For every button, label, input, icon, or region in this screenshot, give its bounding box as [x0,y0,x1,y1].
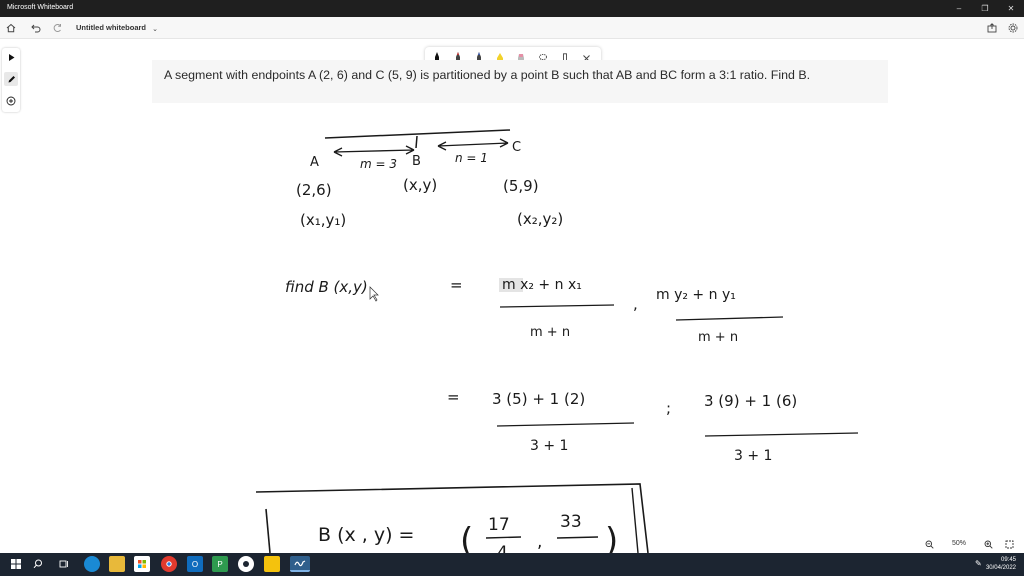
system-clock[interactable]: 09:45 30/04/2022 [986,556,1016,572]
document-title[interactable]: Untitled whiteboard [76,23,146,32]
tool-rail [2,48,20,112]
a-subscript-coordinates: (x₁,y₁) [300,211,346,229]
select-pointer-icon[interactable] [4,50,18,64]
y-substituted-fraction-bar [704,432,859,437]
taskbar: O P ✎ 09:45 30/04/2022 [0,553,1024,576]
result-box-left [265,508,271,554]
point-b-tick [415,135,418,149]
home-icon[interactable] [4,21,18,35]
result-box-right-inner [631,487,639,554]
result-comma: , [537,532,542,552]
label-c: C [512,140,521,155]
close-icon[interactable]: ✕ [998,0,1024,17]
m-label: m = 3 [360,157,397,171]
task-view-icon[interactable] [56,556,72,572]
y-formula-fraction-bar [675,316,784,321]
settings-icon[interactable] [1006,21,1020,35]
y-substituted-numerator: 3 (9) + 1 (6) [704,392,797,410]
share-icon[interactable] [985,21,999,35]
m-arrow [333,145,415,157]
n-arrow [437,138,509,151]
chevron-down-icon[interactable]: ⌄ [148,22,162,36]
zoom-level[interactable]: 50% [952,540,966,547]
minimize-icon[interactable]: – [946,0,972,17]
b-coordinates: (x,y) [403,176,437,194]
edge-browser-icon[interactable] [84,556,100,572]
redo-icon[interactable] [50,21,64,35]
pen-tray-icon[interactable]: ✎ [975,559,982,568]
zoom-out-icon[interactable] [922,537,936,551]
substituted-separator: ; [666,399,671,417]
equals-sign-2: = [447,388,460,406]
zoom-in-icon[interactable] [981,537,995,551]
clock-time: 09:45 [1000,557,1016,563]
c-coordinates: (5,9) [503,177,539,195]
window-title: Microsoft Whiteboard [7,4,74,11]
problem-text: A segment with endpoints A (2, 6) and C … [164,68,811,82]
pen-tool-icon[interactable] [4,72,18,86]
x-substituted-denominator: 3 + 1 [530,438,568,454]
c-subscript-coordinates: (x₂,y₂) [517,210,563,228]
chrome-browser-icon[interactable] [161,556,177,572]
label-b: B [412,154,421,169]
x-formula-fraction-bar [499,304,615,308]
outlook-icon[interactable]: O [187,556,203,572]
add-icon[interactable] [4,94,18,108]
file-explorer-icon[interactable] [109,556,125,572]
formula-comma: , [633,295,638,313]
restore-icon[interactable]: ❐ [972,0,998,17]
y-formula-denominator: m + n [698,330,738,345]
publisher-app-icon[interactable]: P [212,556,228,572]
n-label: n = 1 [455,151,488,165]
x-substituted-numerator: 3 (5) + 1 (2) [492,390,585,408]
problem-statement[interactable]: A segment with endpoints A (2, 6) and C … [152,60,888,103]
result-y-numerator: 33 [560,512,582,532]
result-y-fraction-bar [556,536,599,539]
camera-app-icon[interactable] [238,556,254,572]
y-formula-numerator: m y₂ + n y₁ [656,287,736,303]
x-formula-numerator: m x₂ + n x₁ [502,277,582,293]
x-formula-denominator: m + n [530,325,570,340]
find-b-text: find B (x,y) [285,278,368,296]
y-substituted-denominator: 3 + 1 [734,448,772,464]
fit-to-screen-icon[interactable] [1002,537,1016,551]
whiteboard-app-icon[interactable] [290,556,310,572]
store-icon[interactable] [134,556,150,572]
window-controls: – ❐ ✕ [946,0,1024,17]
result-box-top [255,483,649,554]
segment-line [324,129,511,139]
result-x-numerator: 17 [488,515,510,535]
x-substituted-fraction-bar [496,422,635,427]
clock-date: 30/04/2022 [985,565,1016,571]
undo-icon[interactable] [29,21,43,35]
sticky-notes-icon[interactable] [264,556,280,572]
a-coordinates: (2,6) [296,181,332,199]
mouse-cursor-icon [369,286,379,302]
label-a: A [310,155,319,170]
window-title-bar: Microsoft Whiteboard – ❐ ✕ [0,0,1024,17]
start-icon[interactable] [8,556,24,572]
result-x-fraction-bar [485,536,522,539]
equals-sign-1: = [450,276,463,294]
search-icon[interactable] [30,556,46,572]
result-lhs: B (x , y) = [318,524,414,546]
zoom-controls: 50% [920,536,1020,552]
selection-highlight [499,278,523,292]
app-toolbar: Untitled whiteboard ⌄ [0,17,1024,39]
